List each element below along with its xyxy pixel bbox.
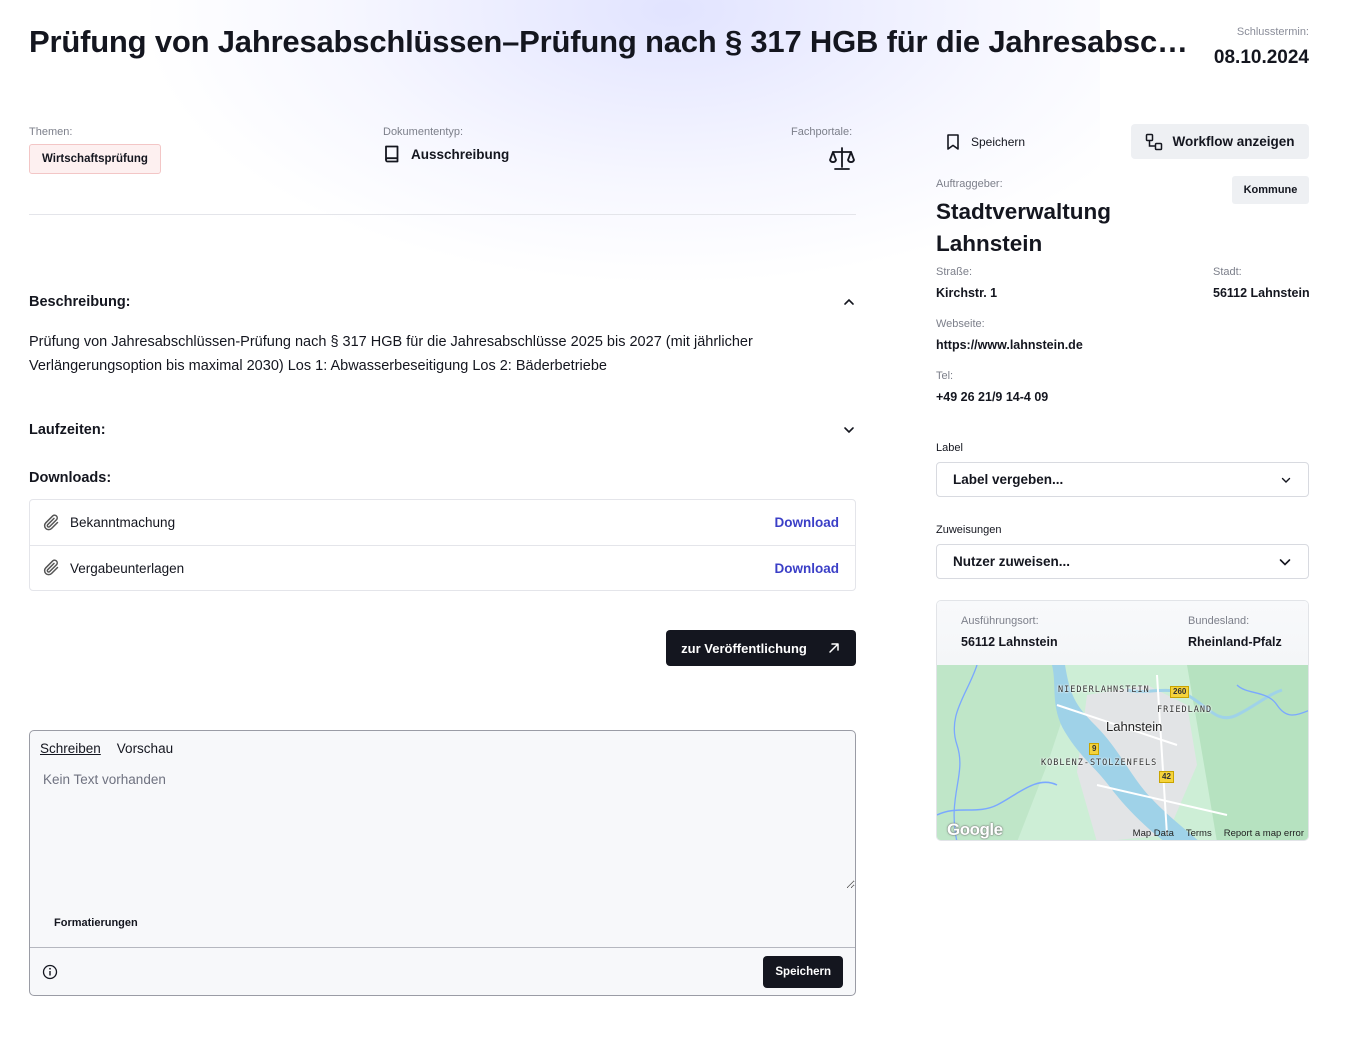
download-link[interactable]: Download: [775, 561, 840, 576]
description-heading: Beschreibung:: [29, 294, 131, 310]
map-label-friedland: FRIEDLAND: [1157, 705, 1213, 715]
label-select-value: Label vergeben...: [953, 472, 1064, 487]
download-name: Vergabeunterlagen: [70, 560, 185, 576]
tab-preview[interactable]: Vorschau: [117, 741, 173, 756]
location-map-card: Ausführungsort: 56112 Lahnstein Bundesla…: [936, 600, 1309, 841]
chevron-down-icon: [1279, 558, 1291, 566]
client-label: Auftraggeber:: [936, 178, 1003, 190]
state-value: Rheinland-Pfalz: [1188, 635, 1282, 649]
road-shield-9: 9: [1089, 743, 1100, 755]
scale-icon[interactable]: [829, 145, 855, 171]
book-icon: [385, 145, 399, 163]
meta-divider: [29, 214, 856, 215]
publication-button[interactable]: zur Veröffentlichung: [666, 630, 856, 666]
info-icon[interactable]: [42, 964, 58, 980]
note-editor: Schreiben Vorschau Formatierungen Speich…: [29, 730, 856, 996]
map-footer: Map Data Terms Report a map error: [1133, 828, 1304, 839]
map-terms-link[interactable]: Terms: [1186, 828, 1212, 839]
deadline-value: 08.10.2024: [1213, 47, 1309, 68]
workflow-icon: [1146, 133, 1163, 150]
downloads-heading: Downloads:: [29, 470, 856, 486]
workflow-button[interactable]: Workflow anzeigen: [1131, 124, 1309, 159]
topics-label: Themen:: [29, 126, 73, 138]
formatting-toggle[interactable]: Formatierungen: [54, 917, 138, 929]
downloads-list: Bekanntmachung Download Vergabeunterlage…: [29, 499, 856, 591]
download-name: Bekanntmachung: [70, 515, 176, 530]
city-value: 56112 Lahnstein: [1213, 286, 1310, 300]
doctype: Ausschreibung: [383, 144, 509, 164]
assign-select[interactable]: Nutzer zuweisen...: [936, 544, 1309, 579]
save-bookmark-button[interactable]: Speichern: [936, 126, 1025, 158]
list-item: Vergabeunterlagen Download: [30, 545, 855, 590]
road-shield-42: 42: [1159, 771, 1174, 783]
download-link[interactable]: Download: [775, 515, 840, 530]
tel-label: Tel:: [936, 370, 954, 382]
terms-section-header[interactable]: Laufzeiten:: [29, 422, 856, 438]
description-section-header[interactable]: Beschreibung:: [29, 294, 856, 310]
street-label: Straße:: [936, 266, 973, 278]
editor-footer: Speichern: [30, 947, 855, 995]
paperclip-icon: [43, 513, 59, 530]
road-shield-260: 260: [1170, 686, 1190, 698]
save-bookmark-label: Speichern: [971, 135, 1026, 149]
deadline-label: Schlusstermin:: [1236, 26, 1309, 38]
portals-label: Fachportale:: [791, 126, 853, 138]
tel-value[interactable]: +49 26 21/9 14-4 09: [936, 390, 1048, 404]
workflow-label: Workflow anzeigen: [1172, 134, 1295, 149]
bookmark-icon: [947, 134, 959, 150]
client-type-badge: Kommune: [1232, 176, 1309, 204]
tab-write[interactable]: Schreiben: [40, 741, 101, 756]
chevron-down-icon: [1281, 477, 1291, 483]
description-text: Prüfung von Jahresabschlüssen-Prüfung na…: [29, 334, 753, 374]
chevron-down-icon[interactable]: [842, 423, 856, 437]
paperclip-icon: [43, 559, 59, 576]
street-value: Kirchstr. 1: [936, 286, 998, 300]
downloads-heading-text: Downloads:: [29, 470, 112, 486]
note-textarea[interactable]: [31, 765, 855, 889]
state-label: Bundesland:: [1188, 615, 1250, 627]
map-report-link[interactable]: Report a map error: [1224, 828, 1304, 839]
terms-heading: Laufzeiten:: [29, 422, 106, 438]
client-name: Stadtverwaltung Lahnstein: [936, 199, 1112, 256]
assign-heading: Zuweisungen: [936, 524, 1002, 536]
place-value: 56112 Lahnstein: [961, 635, 1058, 649]
website-label: Webseite:: [936, 318, 985, 330]
google-logo: Google: [947, 820, 1003, 839]
map-card-header: Ausführungsort: 56112 Lahnstein Bundesla…: [937, 601, 1308, 665]
chevron-up-icon[interactable]: [842, 295, 856, 309]
label-heading: Label: [936, 442, 963, 454]
map-label-niederlahnstein: NIEDERLAHNSTEIN: [1058, 685, 1150, 695]
editor-save-button[interactable]: Speichern: [763, 955, 843, 988]
publication-button-label: zur Veröffentlichung: [681, 640, 807, 656]
map[interactable]: NIEDERLAHNSTEIN 260 FRIEDLAND Lahnstein …: [937, 664, 1308, 840]
website-link[interactable]: https://www.lahnstein.de: [936, 338, 1083, 352]
map-label-koblenz-stolzenfels: KOBLENZ-STOLZENFELS: [1041, 758, 1158, 768]
city-label: Stadt:: [1213, 266, 1242, 278]
arrow-up-right-icon: [829, 643, 839, 653]
doctype-label: Dokumententyp:: [383, 126, 464, 138]
list-item: Bekanntmachung Download: [30, 500, 855, 545]
map-label-lahnstein: Lahnstein: [1106, 719, 1163, 734]
assign-select-value: Nutzer zuweisen...: [953, 554, 1071, 569]
editor-tabs: Schreiben Vorschau: [40, 741, 173, 756]
label-select[interactable]: Label vergeben...: [936, 462, 1309, 497]
map-data-link[interactable]: Map Data: [1133, 828, 1174, 839]
page-title: Prüfung von Jahresabschlüssen–Prüfung na…: [29, 24, 1199, 59]
place-label: Ausführungsort:: [961, 615, 1039, 627]
topic-chip[interactable]: Wirtschaftsprüfung: [29, 144, 161, 174]
doctype-value: Ausschreibung: [411, 146, 510, 162]
